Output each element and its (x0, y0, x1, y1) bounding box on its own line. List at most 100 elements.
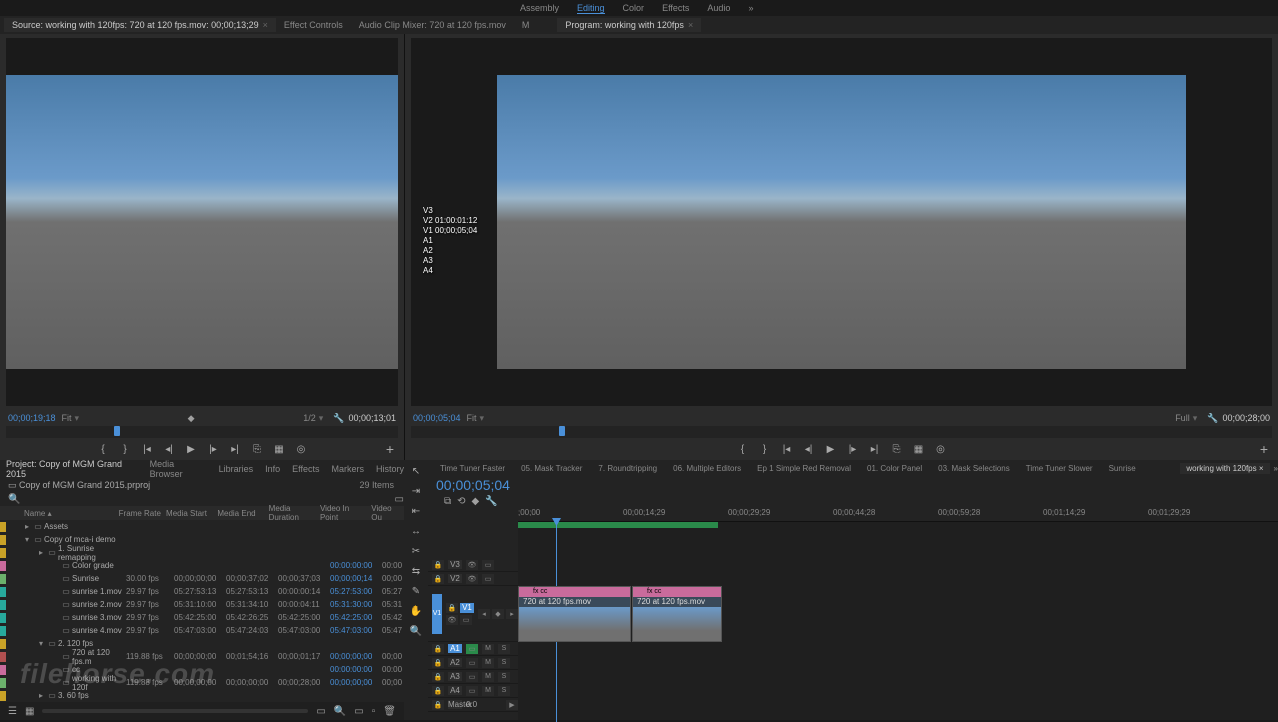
go-to-in-icon[interactable]: |◂ (140, 442, 154, 456)
project-row[interactable]: ▾▭2. 120 fps (0, 637, 404, 650)
col-media-start[interactable]: Media Start (162, 509, 213, 518)
sequence-tab[interactable]: Ep 1 Simple Red Removal (751, 463, 857, 474)
track-header-master[interactable]: 🔒Master0.0▶ (428, 698, 518, 712)
track-header-v1[interactable]: V1 🔒V1 👁▭ ◂◆▸ (428, 586, 518, 642)
project-row[interactable]: ▭Color grade00:00:00:0000:00 (0, 559, 404, 572)
sequence-tab[interactable]: 7. Roundtripping (592, 463, 663, 474)
project-tab-media-browser[interactable]: Media Browser (150, 459, 207, 479)
project-row[interactable]: ▭Sunrise30.00 fps00;00;00;0000;00;37;020… (0, 572, 404, 585)
find-icon[interactable]: 🔍 (334, 706, 346, 717)
step-back-icon[interactable]: ◂| (162, 442, 176, 456)
overflow-icon[interactable]: » (1274, 464, 1278, 473)
mark-out-icon[interactable]: } (118, 442, 132, 456)
go-to-out-icon[interactable]: ▸| (868, 442, 882, 456)
zoom-slider[interactable] (42, 709, 308, 713)
export-frame-icon[interactable]: ◎ (934, 442, 948, 456)
snap-icon[interactable]: ⧉ (444, 496, 451, 507)
project-tab-history[interactable]: History (376, 464, 404, 474)
track-select-tool-icon[interactable]: ⇥ (409, 484, 423, 498)
project-tab-project[interactable]: Project: Copy of MGM Grand 2015 (6, 459, 138, 479)
workspace-assembly[interactable]: Assembly (520, 3, 559, 13)
track-header-a3[interactable]: 🔒A3▭MS (428, 670, 518, 684)
new-item-icon[interactable]: ▫ (372, 706, 376, 717)
sequence-tab[interactable]: Sunrise (1103, 463, 1142, 474)
track-header-a2[interactable]: 🔒A2▭MS (428, 656, 518, 670)
project-tab-info[interactable]: Info (265, 464, 280, 474)
step-back-icon[interactable]: ◂| (802, 442, 816, 456)
list-view-icon[interactable]: ☰ (8, 706, 17, 717)
export-frame-icon[interactable]: ◎ (294, 442, 308, 456)
timeline-playhead-timecode[interactable]: 00;00;05;04 (436, 477, 510, 493)
program-resolution-dropdown[interactable]: Full▾ (1175, 413, 1197, 424)
insert-icon[interactable]: ⎘ (250, 442, 264, 456)
source-video[interactable] (6, 38, 398, 406)
marker-icon[interactable]: ◆ (472, 496, 480, 507)
source-timecode-left[interactable]: 00;00;19;18 (8, 413, 56, 423)
close-icon[interactable]: × (688, 20, 693, 30)
mark-out-icon[interactable]: } (758, 442, 772, 456)
project-tab-effects[interactable]: Effects (292, 464, 319, 474)
col-framerate[interactable]: Frame Rate (115, 509, 162, 518)
project-row[interactable]: ▸▭Assets (0, 520, 404, 533)
track-header-a1[interactable]: 🔒A1▭MS (428, 642, 518, 656)
program-tab[interactable]: Program: working with 120fps× (557, 18, 701, 32)
play-icon[interactable]: ▶ (824, 442, 838, 456)
sequence-tab[interactable]: Time Tuner Slower (1020, 463, 1099, 474)
track-header-v2[interactable]: 🔒V2👁▭ (428, 572, 518, 586)
mark-in-icon[interactable]: { (96, 442, 110, 456)
settings-icon[interactable]: 🔧 (485, 496, 497, 507)
selection-tool-icon[interactable]: ↖ (409, 464, 423, 478)
rate-stretch-tool-icon[interactable]: ↔ (409, 524, 423, 538)
sequence-tab[interactable]: Time Tuner Faster (434, 463, 511, 474)
hand-tool-icon[interactable]: ✋ (409, 604, 423, 618)
overwrite-icon[interactable]: ▦ (272, 442, 286, 456)
project-row[interactable]: ▭sunrise 2.mov29.97 fps05:31:10:0005:31:… (0, 598, 404, 611)
program-scrubber[interactable] (411, 426, 1272, 438)
wrench-icon[interactable]: 🔧 (1207, 413, 1218, 424)
project-tab-markers[interactable]: Markers (331, 464, 364, 474)
project-row[interactable]: ▸▭1. Sunrise remapping (0, 546, 404, 559)
new-bin-icon[interactable]: ▭ (354, 706, 363, 717)
add-button-icon[interactable]: + (1260, 441, 1268, 457)
trash-icon[interactable]: 🗑 (383, 706, 396, 717)
icon-view-icon[interactable]: ▦ (25, 706, 34, 717)
marker-icon[interactable]: ◆ (188, 413, 195, 424)
timeline-clip[interactable]: fx cc 720 at 120 fps.mov (518, 586, 631, 642)
program-timecode-left[interactable]: 00;00;05;04 (413, 413, 461, 423)
source-resolution-dropdown[interactable]: 1/2▾ (303, 413, 323, 424)
auto-sequence-icon[interactable]: ▭ (316, 706, 325, 717)
track-header-v3[interactable]: 🔒V3👁▭ (428, 558, 518, 572)
close-icon[interactable]: × (263, 20, 268, 30)
go-to-in-icon[interactable]: |◂ (780, 442, 794, 456)
mark-in-icon[interactable]: { (736, 442, 750, 456)
project-row[interactable]: ▸▭3. 60 fps (0, 689, 404, 702)
workspace-editing[interactable]: Editing (577, 3, 605, 14)
ripple-edit-tool-icon[interactable]: ⇤ (409, 504, 423, 518)
metadata-tab[interactable]: M (514, 18, 538, 32)
program-video[interactable]: V3 V2 01:00:01:12 V1 00;00;05;04 A1 A2 A… (411, 38, 1272, 406)
razor-tool-icon[interactable]: ✂ (409, 544, 423, 558)
filter-icon[interactable]: ▭ (395, 494, 404, 505)
track-header-a4[interactable]: 🔒A4▭MS (428, 684, 518, 698)
lift-icon[interactable]: ⎘ (890, 442, 904, 456)
linked-selection-icon[interactable]: ⟲ (457, 496, 465, 507)
sequence-tab[interactable]: 03. Mask Selections (932, 463, 1016, 474)
audio-mixer-tab[interactable]: Audio Clip Mixer: 720 at 120 fps.mov (351, 18, 514, 32)
project-row[interactable]: ▭sunrise 1.mov29.97 fps05:27:53:1305:27:… (0, 585, 404, 598)
add-button-icon[interactable]: + (386, 441, 394, 457)
project-row[interactable]: ▭sunrise 4.mov29.97 fps05:47:03:0005:47:… (0, 624, 404, 637)
source-scrubber[interactable] (6, 426, 398, 438)
source-fit-dropdown[interactable]: Fit▾ (62, 413, 80, 424)
timeline-ruler[interactable]: ;00;00 00;00;14;29 00;00;29;29 00;00;44;… (518, 508, 1278, 522)
play-icon[interactable]: ▶ (184, 442, 198, 456)
effect-controls-tab[interactable]: Effect Controls (276, 18, 351, 32)
workspace-color[interactable]: Color (623, 3, 645, 13)
source-tab[interactable]: Source: working with 120fps: 720 at 120 … (4, 18, 276, 32)
project-row[interactable]: ▭sunrise 3.mov29.97 fps05:42:25:0005:42:… (0, 611, 404, 624)
sequence-tab-active[interactable]: working with 120fps × (1180, 463, 1269, 474)
zoom-tool-icon[interactable]: 🔍 (409, 624, 423, 638)
sequence-tab[interactable]: 05. Mask Tracker (515, 463, 588, 474)
tracks-body[interactable]: fx cc 720 at 120 fps.mov fx cc 720 at 12… (518, 522, 1278, 720)
workspace-overflow[interactable]: » (748, 3, 753, 13)
timeline-clip[interactable]: fx cc 720 at 120 fps.mov (632, 586, 722, 642)
